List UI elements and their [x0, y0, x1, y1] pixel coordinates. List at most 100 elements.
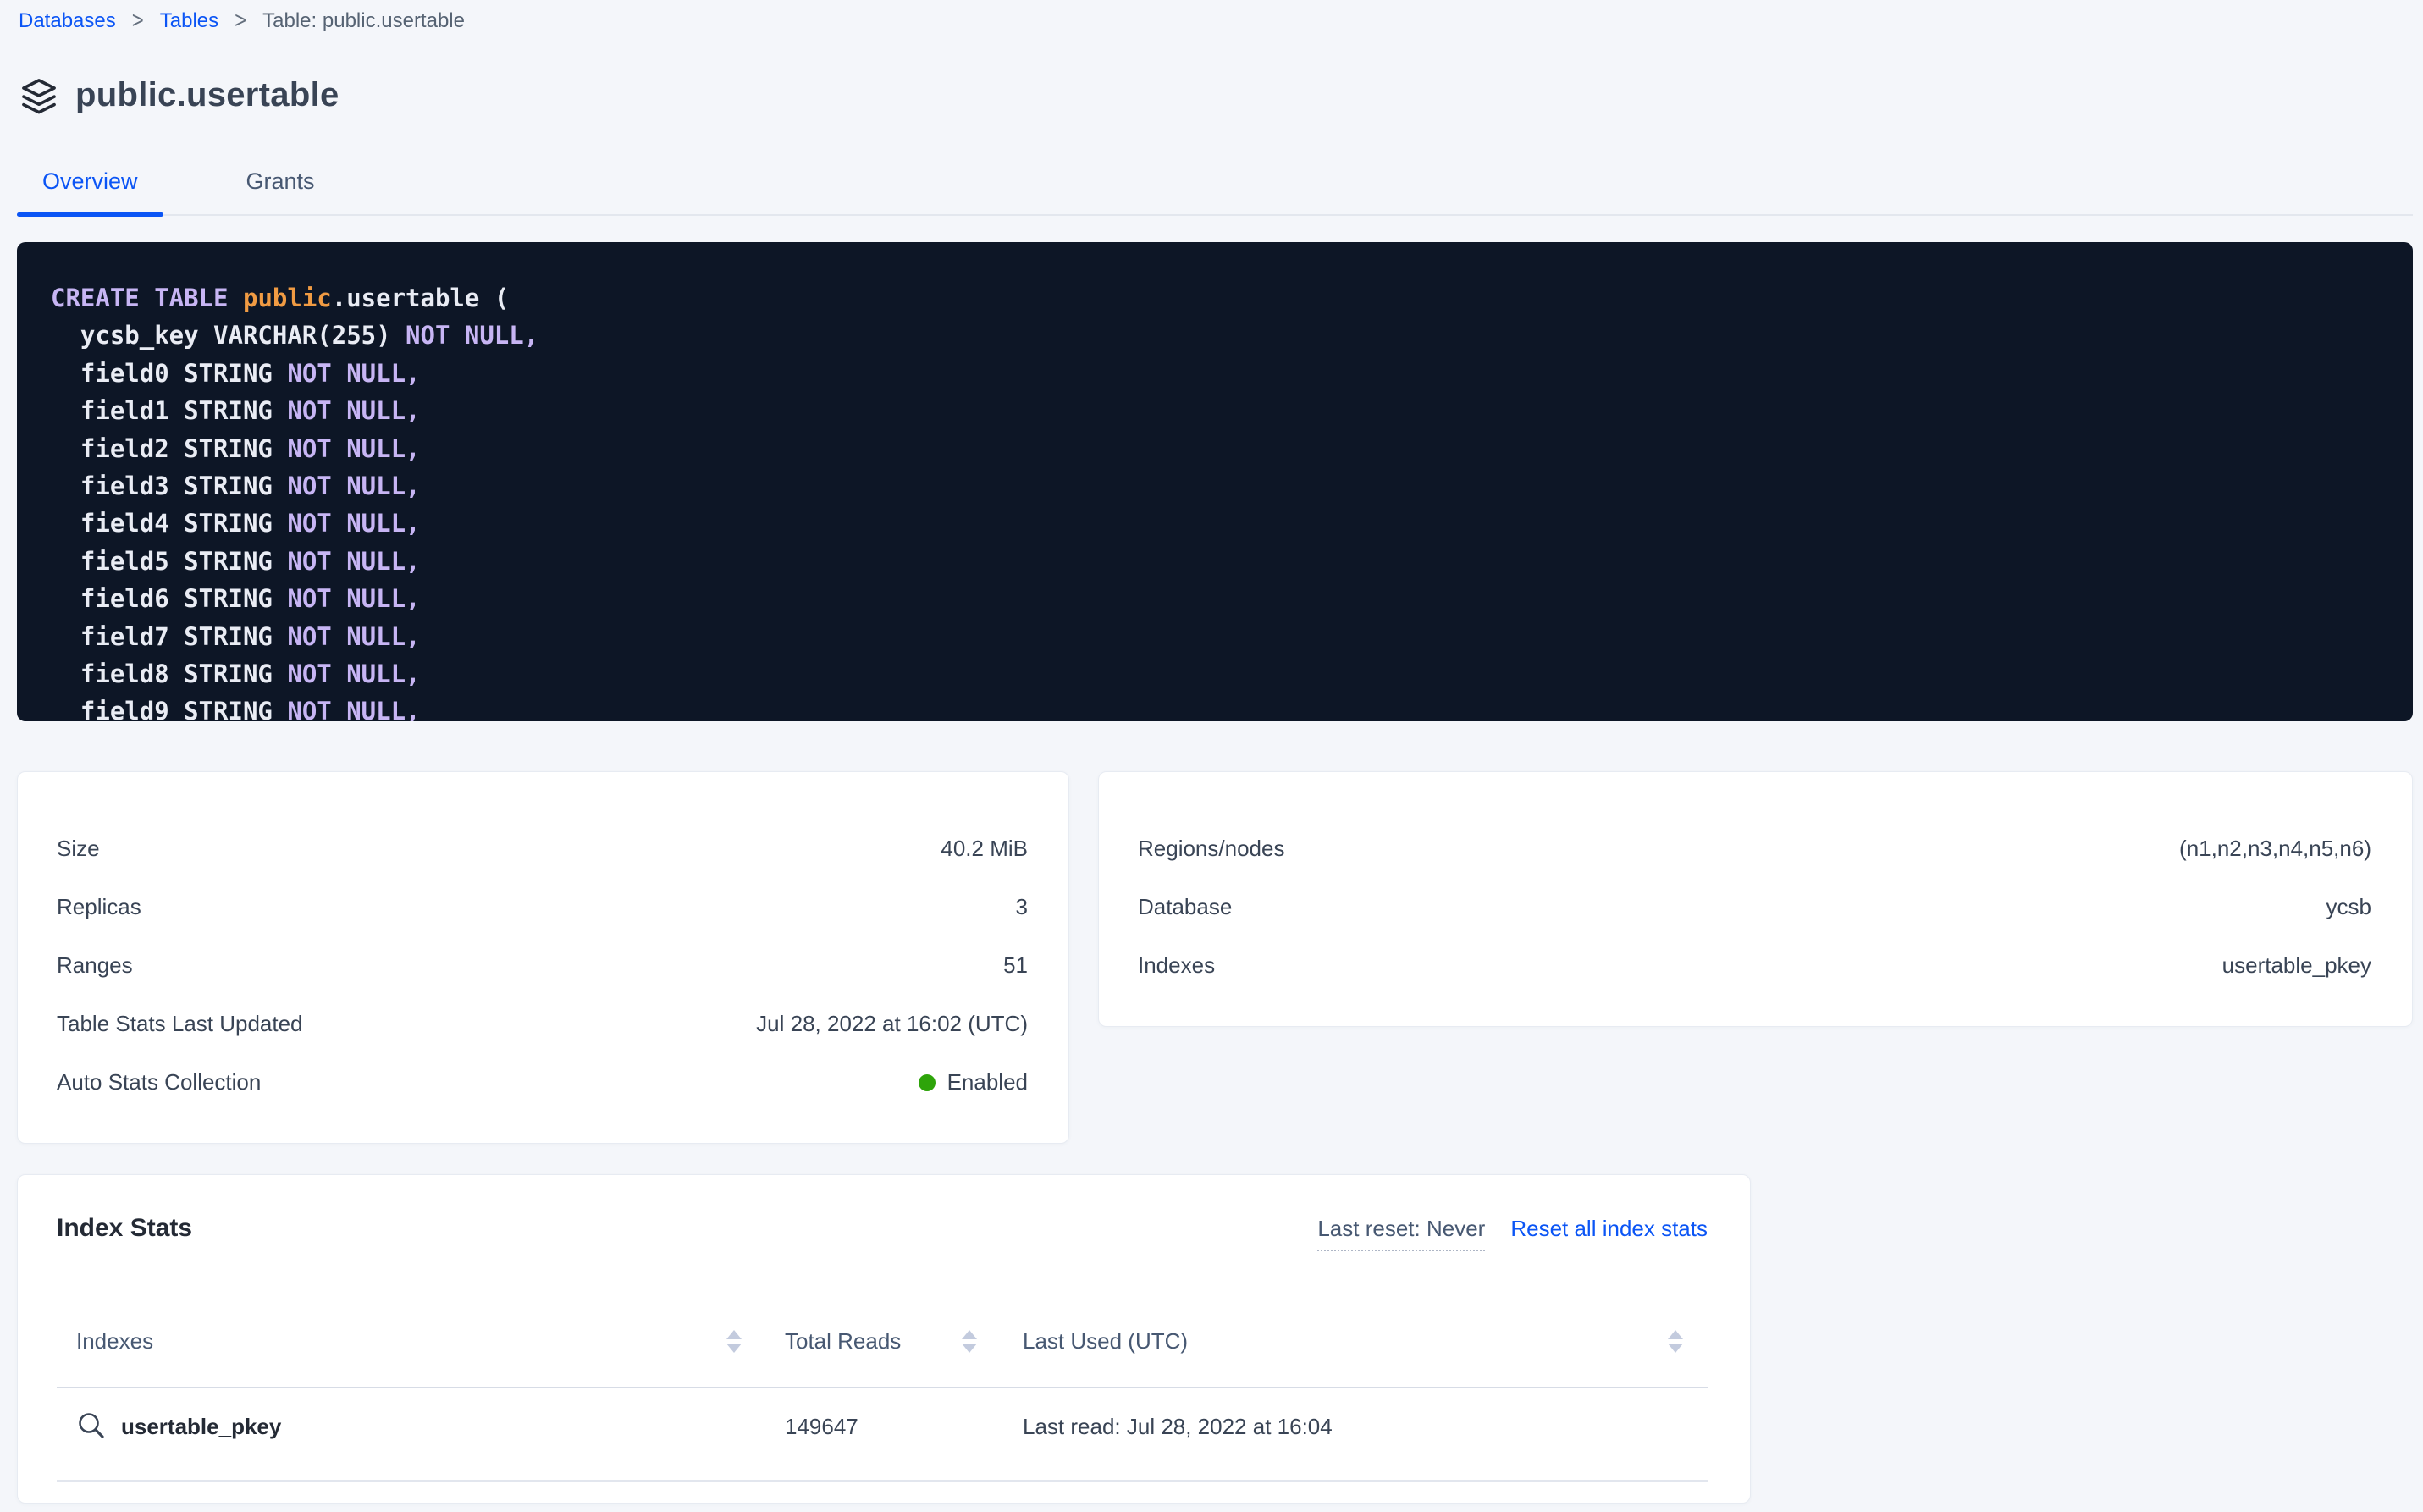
reset-index-stats-link[interactable]: Reset all index stats: [1510, 1215, 1708, 1242]
sql-line: field2 STRING NOT NULL,: [51, 430, 2379, 467]
breadcrumb-link-tables[interactable]: Tables: [160, 8, 218, 34]
sql-token: CREATE TABLE: [51, 284, 243, 312]
layers-icon: [20, 77, 58, 114]
sql-line: field4 STRING NOT NULL,: [51, 505, 2379, 542]
sort-arrows-icon[interactable]: [1668, 1330, 1683, 1353]
column-label: Last Used (UTC): [1023, 1327, 1188, 1355]
stat-label: Ranges: [57, 952, 133, 979]
stat-value: ycsb: [2326, 893, 2371, 920]
column-label: Indexes: [76, 1327, 153, 1355]
sql-token: field9 STRING: [51, 697, 287, 721]
total-reads-cell: 149647: [763, 1411, 1000, 1442]
sql-token: NOT NULL,: [287, 547, 420, 576]
page-title: public.usertable: [75, 76, 339, 114]
sql-token: NOT NULL,: [287, 396, 420, 425]
stat-label: Size: [57, 835, 100, 862]
index-name-link[interactable]: usertable_pkey: [121, 1411, 281, 1442]
table-stats-card: Size 40.2 MiB Replicas 3 Ranges 51 Table…: [17, 771, 1069, 1144]
breadcrumb: Databases > Tables > Table: public.usert…: [17, 8, 2413, 34]
sql-token: field0 STRING: [51, 359, 287, 388]
sql-token: field8 STRING: [51, 659, 287, 688]
sql-line: field1 STRING NOT NULL,: [51, 392, 2379, 429]
column-header-total-reads[interactable]: Total Reads: [763, 1327, 1000, 1355]
stat-label: Auto Stats Collection: [57, 1068, 261, 1095]
sql-line: field6 STRING NOT NULL,: [51, 580, 2379, 617]
sql-token: field1 STRING: [51, 396, 287, 425]
stat-value: 3: [1016, 893, 1028, 920]
sql-line: field8 STRING NOT NULL,: [51, 655, 2379, 693]
column-header-last-used[interactable]: Last Used (UTC): [1000, 1327, 1708, 1355]
sql-token: field6 STRING: [51, 584, 287, 613]
sql-token: NOT NULL,: [287, 697, 420, 721]
chevron-right-icon: >: [132, 7, 144, 36]
sql-token: NOT NULL,: [287, 584, 420, 613]
index-stats-title: Index Stats: [57, 1212, 192, 1244]
sql-token: NOT NULL,: [406, 321, 538, 350]
sql-token: field7 STRING: [51, 622, 287, 651]
table-details-card: Regions/nodes (n1,n2,n3,n4,n5,n6) Databa…: [1098, 771, 2413, 1027]
stat-label: Replicas: [57, 893, 141, 920]
sql-token: field4 STRING: [51, 509, 287, 538]
stat-value: usertable_pkey: [2222, 952, 2371, 979]
stat-row-indexes: Indexes usertable_pkey: [1138, 952, 2371, 979]
stat-row-regions: Regions/nodes (n1,n2,n3,n4,n5,n6): [1138, 835, 2371, 862]
sql-token: NOT NULL,: [287, 622, 420, 651]
sql-token: NOT NULL,: [287, 659, 420, 688]
sql-token: field5 STRING: [51, 547, 287, 576]
breadcrumb-current: Table: public.usertable: [262, 8, 465, 34]
stat-label: Regions/nodes: [1138, 835, 1284, 862]
sql-line: CREATE TABLE public.usertable (: [51, 279, 2379, 317]
sql-line: field5 STRING NOT NULL,: [51, 543, 2379, 580]
stat-row-size: Size 40.2 MiB: [57, 835, 1028, 862]
page-header: public.usertable: [17, 76, 2413, 114]
stat-value: 40.2 MiB: [941, 835, 1028, 862]
last-used-cell: Last read: Jul 28, 2022 at 16:04: [1000, 1411, 1708, 1442]
sql-token: field2 STRING: [51, 434, 287, 463]
sql-token: .usertable (: [332, 284, 510, 312]
table-header-row: Indexes Total Reads Last Used (UTC): [57, 1316, 1708, 1388]
breadcrumb-link-databases[interactable]: Databases: [19, 8, 116, 34]
sql-line: field0 STRING NOT NULL,: [51, 355, 2379, 392]
sql-token: NOT NULL,: [287, 434, 420, 463]
create-table-sql-block[interactable]: CREATE TABLE public.usertable ( ycsb_key…: [17, 242, 2413, 721]
sort-arrows-icon[interactable]: [962, 1330, 977, 1353]
tab-grants[interactable]: Grants: [221, 168, 340, 214]
sql-line: field3 STRING NOT NULL,: [51, 467, 2379, 505]
sql-line: field9 STRING NOT NULL,: [51, 693, 2379, 721]
sql-token: ycsb_key VARCHAR(255): [51, 321, 406, 350]
stat-row-auto-stats: Auto Stats Collection Enabled: [57, 1068, 1028, 1095]
sql-line: field7 STRING NOT NULL,: [51, 618, 2379, 655]
last-reset-label: Last reset: Never: [1317, 1215, 1485, 1251]
index-stats-card: Index Stats Last reset: Never Reset all …: [17, 1174, 1751, 1504]
index-stats-header: Index Stats Last reset: Never Reset all …: [57, 1212, 1708, 1251]
stat-row-stats-updated: Table Stats Last Updated Jul 28, 2022 at…: [57, 1010, 1028, 1037]
chevron-right-icon: >: [235, 7, 246, 36]
sql-token: NOT NULL,: [287, 359, 420, 388]
sort-arrows-icon[interactable]: [726, 1330, 742, 1353]
table-details-page: Databases > Tables > Table: public.usert…: [0, 0, 2423, 1504]
stat-label: Table Stats Last Updated: [57, 1010, 303, 1037]
sql-token: field3 STRING: [51, 472, 287, 500]
index-stats-table: Indexes Total Reads Last Used (UTC): [57, 1316, 1708, 1482]
stat-row-ranges: Ranges 51: [57, 952, 1028, 979]
stat-label: Indexes: [1138, 952, 1215, 979]
search-icon: [77, 1412, 106, 1441]
stat-value: (n1,n2,n3,n4,n5,n6): [2179, 835, 2371, 862]
status-badge: Enabled: [919, 1068, 1028, 1095]
table-row: usertable_pkey 149647 Last read: Jul 28,…: [57, 1388, 1708, 1482]
tab-overview[interactable]: Overview: [17, 168, 163, 214]
stat-row-database: Database ycsb: [1138, 893, 2371, 920]
summary-cards-row: Size 40.2 MiB Replicas 3 Ranges 51 Table…: [17, 771, 2413, 1144]
green-dot-icon: [919, 1074, 936, 1091]
index-name-cell[interactable]: usertable_pkey: [57, 1411, 763, 1442]
sql-line: ycsb_key VARCHAR(255) NOT NULL,: [51, 317, 2379, 354]
stat-value: Jul 28, 2022 at 16:02 (UTC): [756, 1010, 1028, 1037]
column-header-indexes[interactable]: Indexes: [57, 1327, 763, 1355]
sql-token: public: [243, 284, 332, 312]
sql-token: NOT NULL,: [287, 509, 420, 538]
tab-bar: Overview Grants: [17, 168, 2413, 216]
status-text: Enabled: [947, 1069, 1028, 1095]
column-label: Total Reads: [785, 1327, 901, 1355]
stat-value: 51: [1003, 952, 1028, 979]
stat-label: Database: [1138, 893, 1232, 920]
